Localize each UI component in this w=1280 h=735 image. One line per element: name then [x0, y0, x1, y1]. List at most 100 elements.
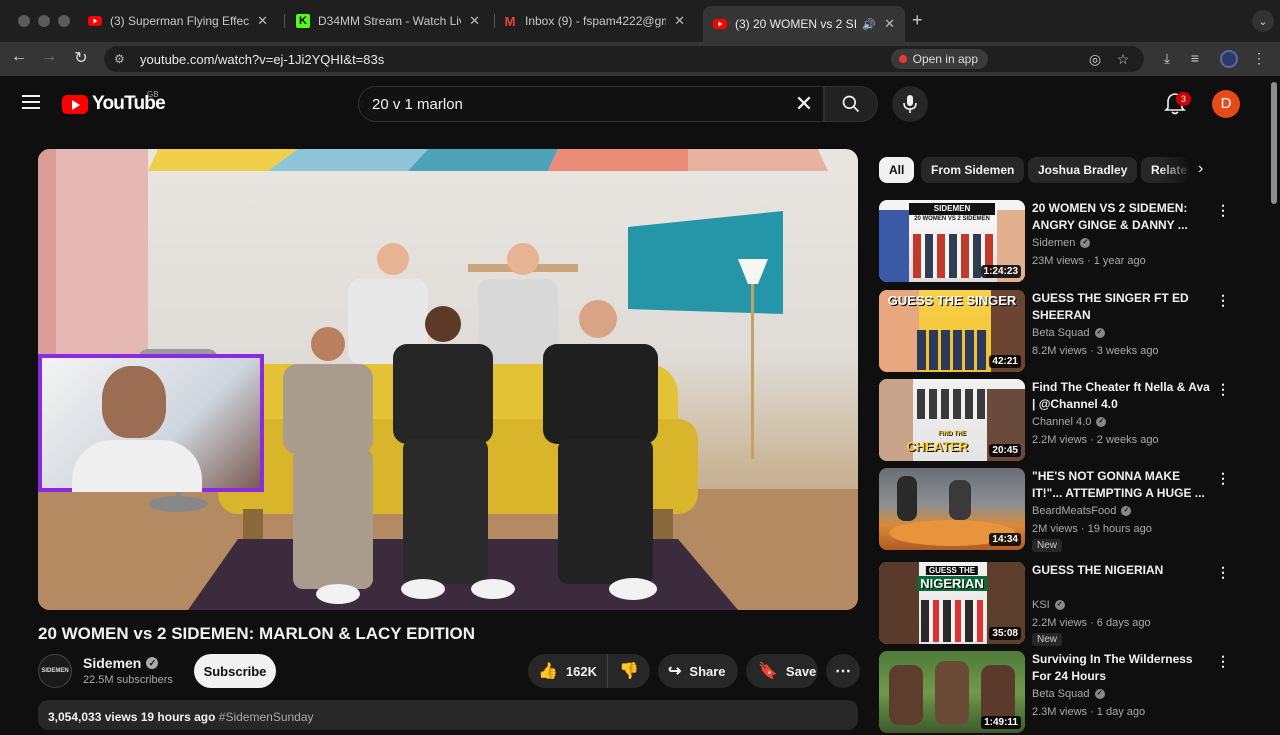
- chevron-right-icon[interactable]: ›: [1198, 160, 1203, 178]
- more-actions-button[interactable]: ⋯: [826, 654, 860, 688]
- star-icon[interactable]: ☆: [1114, 51, 1132, 68]
- kick-icon: K: [296, 14, 310, 28]
- recommendation-item[interactable]: SIDEMEN 20 WOMEN VS 2 SIDEMEN 1:24:23 20…: [879, 200, 1259, 284]
- eye-slash-icon[interactable]: ◎: [1086, 51, 1104, 68]
- video-thumbnail[interactable]: GUESS THE SINGER 42:21: [879, 290, 1025, 372]
- tab-close-icon[interactable]: ✕: [469, 13, 480, 29]
- recommendation-title[interactable]: GUESS THE NIGERIAN: [1032, 562, 1212, 579]
- verified-check-icon: ✓: [1096, 417, 1107, 427]
- download-icon[interactable]: ⤓: [1158, 50, 1176, 67]
- tab-separator: [284, 14, 285, 28]
- back-arrow-icon[interactable]: ←: [8, 48, 30, 66]
- reload-icon[interactable]: ↻: [70, 48, 92, 68]
- youtube-play-icon: [62, 94, 88, 114]
- recommendation-title[interactable]: "HE'S NOT GONNA MAKE IT!"... ATTEMPTING …: [1032, 468, 1212, 502]
- window-minimize-button[interactable]: [38, 15, 50, 27]
- more-vert-icon[interactable]: ⋮: [1216, 381, 1230, 397]
- recommendation-channel[interactable]: Sidemen ✓: [1032, 237, 1091, 249]
- recommendation-title[interactable]: Find The Cheater ft Nella & Ava | @Chann…: [1032, 379, 1212, 413]
- recommendation-title[interactable]: GUESS THE SINGER FT ED SHEERAN: [1032, 290, 1212, 324]
- new-tab-button[interactable]: +: [912, 10, 923, 31]
- youtube-dot-icon: [898, 55, 907, 63]
- video-duration: 35:08: [989, 627, 1021, 640]
- chip-all[interactable]: All: [879, 157, 915, 183]
- open-in-app-button[interactable]: Open in app: [890, 49, 988, 69]
- site-info-icon[interactable]: ⚙: [114, 52, 128, 66]
- address-bar[interactable]: ⚙ youtube.com/watch?v=ej-1Ji2YQHI&t=83s …: [104, 46, 1144, 72]
- speaker-icon[interactable]: 🔊: [862, 18, 876, 31]
- browser-tab[interactable]: K D34MM Stream - Watch Live ✕: [286, 6, 490, 36]
- recommendation-channel[interactable]: KSI ✓: [1032, 599, 1065, 611]
- search-button[interactable]: [824, 86, 878, 122]
- tab-search-button[interactable]: ⌄: [1252, 10, 1274, 32]
- video-thumbnail[interactable]: 14:34: [879, 468, 1025, 550]
- menu-icon[interactable]: [22, 95, 40, 109]
- chip-fade: [1160, 155, 1200, 185]
- video-description-box[interactable]: 3,054,033 views 19 hours ago #SidemenSun…: [38, 700, 858, 730]
- channel-name[interactable]: Sidemen ✓: [83, 655, 159, 671]
- channel-avatar[interactable]: SIDEMEN: [38, 654, 72, 688]
- recommendation-item[interactable]: GUESS THE SINGER 42:21 GUESS THE SINGER …: [879, 290, 1259, 374]
- recommendation-item[interactable]: FIND THE CHEATER 20:45 Find The Cheater …: [879, 379, 1259, 463]
- recommendation-channel[interactable]: BeardMeatsFood ✓: [1032, 505, 1132, 517]
- media-queue-icon[interactable]: ≡: [1186, 50, 1204, 66]
- save-button[interactable]: 🔖 Save: [746, 654, 818, 688]
- more-vert-icon[interactable]: ⋮: [1216, 292, 1230, 308]
- subscriber-count: 22.5M subscribers: [83, 674, 173, 686]
- more-vert-icon[interactable]: ⋮: [1216, 202, 1230, 218]
- window-close-button[interactable]: [18, 15, 30, 27]
- more-vert-icon[interactable]: ⋮: [1216, 653, 1230, 669]
- more-vert-icon[interactable]: ⋮: [1250, 50, 1268, 67]
- video-thumbnail[interactable]: 1:49:11: [879, 651, 1025, 733]
- dislike-button[interactable]: 👎: [608, 654, 650, 688]
- recommendation-item[interactable]: GUESS THE NIGERIAN 35:08 GUESS THE NIGER…: [879, 562, 1259, 646]
- tab-close-icon[interactable]: ✕: [674, 13, 685, 29]
- browser-tab[interactable]: (3) Superman Flying Effect U ✕: [78, 6, 278, 36]
- video-player[interactable]: [38, 149, 858, 610]
- like-dislike-group: 👍 162K 👎: [528, 654, 650, 688]
- tab-close-icon[interactable]: ✕: [884, 16, 895, 32]
- browser-profile-avatar[interactable]: [1220, 50, 1238, 68]
- tab-close-icon[interactable]: ✕: [257, 13, 268, 29]
- voice-search-button[interactable]: [892, 86, 928, 122]
- thumbs-down-icon: 👎: [619, 663, 639, 680]
- recommendation-item[interactable]: 14:34 "HE'S NOT GONNA MAKE IT!"... ATTEM…: [879, 468, 1259, 552]
- recommendation-channel[interactable]: Beta Squad ✓: [1032, 327, 1105, 339]
- thumbnail-caption: SIDEMEN: [909, 203, 995, 215]
- chip-from-sidemen[interactable]: From Sidemen: [921, 157, 1025, 183]
- video-duration: 1:49:11: [981, 716, 1021, 729]
- recommendation-title[interactable]: Surviving In The Wilderness For 24 Hours: [1032, 651, 1212, 685]
- gmail-icon: M: [504, 13, 516, 29]
- verified-check-icon: ✓: [1121, 506, 1132, 516]
- chip-joshua-bradley[interactable]: Joshua Bradley: [1028, 157, 1138, 183]
- youtube-logo[interactable]: YouTube GB: [62, 90, 166, 115]
- video-thumbnail[interactable]: FIND THE CHEATER 20:45: [879, 379, 1025, 461]
- recommendation-item[interactable]: 1:49:11 Surviving In The Wilderness For …: [879, 651, 1259, 735]
- view-count-date: 3,054,033 views 19 hours ago: [48, 710, 216, 724]
- share-button[interactable]: ↪ Share: [658, 654, 738, 688]
- video-duration: 1:24:23: [980, 265, 1021, 278]
- subscribe-button[interactable]: Subscribe: [194, 654, 276, 688]
- browser-tab-active[interactable]: (3) 20 WOMEN vs 2 SIDE 🔊 ✕: [703, 6, 905, 42]
- more-vert-icon[interactable]: ⋮: [1216, 564, 1230, 580]
- hashtag-link[interactable]: #SidemenSunday: [219, 710, 314, 724]
- browser-tab[interactable]: M Inbox (9) - fspam4222@gma ✕: [493, 6, 695, 36]
- clear-search-icon[interactable]: ✕: [791, 91, 817, 117]
- recommendation-channel[interactable]: Channel 4.0 ✓: [1032, 416, 1107, 428]
- thumbnail-caption: CHEATER: [906, 439, 969, 454]
- like-button[interactable]: 👍 162K: [528, 654, 608, 688]
- video-duration: 14:34: [989, 533, 1021, 546]
- search-input[interactable]: 20 v 1 marlon ✕: [358, 86, 824, 122]
- more-vert-icon[interactable]: ⋮: [1216, 470, 1230, 486]
- page-scrollbar-thumb[interactable]: [1271, 82, 1277, 204]
- video-thumbnail[interactable]: SIDEMEN 20 WOMEN VS 2 SIDEMEN 1:24:23: [879, 200, 1025, 282]
- video-thumbnail[interactable]: GUESS THE NIGERIAN 35:08: [879, 562, 1025, 644]
- new-badge: New: [1032, 539, 1063, 552]
- forward-arrow-icon[interactable]: →: [38, 48, 60, 66]
- account-avatar[interactable]: D: [1212, 90, 1240, 118]
- recommendation-title[interactable]: 20 WOMEN VS 2 SIDEMEN: ANGRY GINGE & DAN…: [1032, 200, 1212, 234]
- window-zoom-button[interactable]: [58, 15, 70, 27]
- search-query-text: 20 v 1 marlon: [372, 95, 463, 113]
- recommendation-channel[interactable]: Beta Squad ✓: [1032, 688, 1105, 700]
- country-code: GB: [147, 90, 159, 99]
